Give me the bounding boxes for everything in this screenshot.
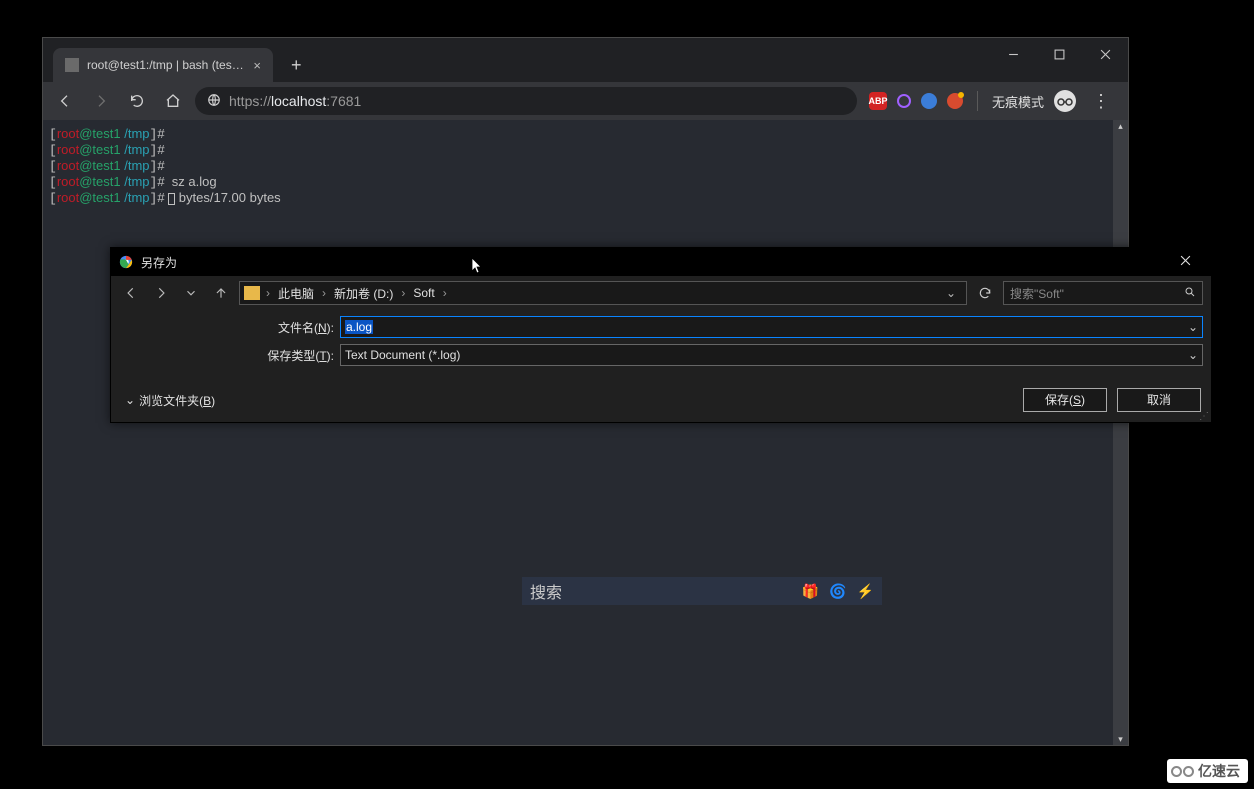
window-maximize-button[interactable] [1036,38,1082,70]
extension-icons: ABP 无痕模式 ⋮ [865,90,1120,112]
browse-folders-toggle[interactable]: ⌄ 浏览文件夹(B) [125,392,215,409]
url-host: localhost [271,93,326,109]
dialog-close-button[interactable] [1167,255,1203,269]
breadcrumb-item[interactable]: 新加卷 (D:) [330,283,397,304]
window-minimize-button[interactable] [990,38,1036,70]
chevron-down-icon: ⌄ [125,393,135,407]
dialog-titlebar[interactable]: 另存为 [111,248,1211,276]
filetype-value: Text Document (*.log) [345,348,460,362]
chevron-right-icon: › [320,286,328,300]
filetype-label: 保存类型(T): [119,347,334,364]
dialog-nav-forward-button[interactable] [149,281,173,305]
dialog-nav-back-button[interactable] [119,281,143,305]
save-as-dialog: 另存为 › 此电脑 › 新加卷 (D:) › Soft › ⌄ 搜索"Soft"… [110,247,1212,423]
watermark: 亿速云 [1167,759,1248,783]
browser-menu-button[interactable]: ⋮ [1086,91,1116,112]
watermark-logo-icon [1171,766,1194,777]
breadcrumb-dropdown-icon[interactable]: ⌄ [940,286,962,300]
target-icon[interactable]: 🌀 [829,583,846,600]
terminal-output[interactable]: [root@test1 /tmp]# [root@test1 /tmp]# [r… [43,120,1128,212]
scrollbar[interactable]: ▴ ▾ [1113,120,1128,745]
chevron-right-icon: › [264,286,272,300]
tab-close-icon[interactable]: × [253,58,261,73]
resize-grip-icon[interactable]: ⋰ [1199,414,1209,420]
scrollbar-down-icon[interactable]: ▾ [1113,733,1128,745]
extension-circle-icon[interactable] [897,94,911,108]
nav-reload-button[interactable] [123,87,151,115]
page-content: [root@test1 /tmp]# [root@test1 /tmp]# [r… [43,120,1128,745]
dialog-title: 另存为 [141,254,177,271]
extension-blue-icon[interactable] [921,93,937,109]
dialog-refresh-button[interactable] [973,281,997,305]
breadcrumb[interactable]: › 此电脑 › 新加卷 (D:) › Soft › ⌄ [239,281,967,305]
chevron-right-icon: › [441,286,449,300]
gift-icon[interactable]: 🎁 [802,583,819,600]
page-search-bar[interactable]: 搜索 🎁 🌀 ⚡ [522,577,882,605]
chevron-right-icon: › [399,286,407,300]
dialog-nav-up-button[interactable] [209,281,233,305]
filename-value: a.log [345,320,373,334]
extension-abp-icon[interactable]: ABP [869,92,887,110]
url-port: :7681 [326,93,361,109]
filename-input[interactable]: a.log ⌄ [340,316,1203,338]
chevron-down-icon[interactable]: ⌄ [1188,348,1198,362]
watermark-text: 亿速云 [1198,761,1240,781]
window-controls [990,38,1128,82]
breadcrumb-item[interactable]: 此电脑 [274,283,318,304]
toolbar-divider [977,91,978,111]
folder-icon [244,286,260,300]
nav-forward-button[interactable] [87,87,115,115]
filename-label: 文件名(N): [119,319,334,336]
incognito-icon[interactable] [1054,90,1076,112]
tab-favicon-icon [65,58,79,72]
browser-tab[interactable]: root@test1:/tmp | bash (test1... × [53,48,273,82]
nav-home-button[interactable] [159,87,187,115]
dialog-search-placeholder: 搜索"Soft" [1010,285,1064,302]
dialog-fields: 文件名(N): a.log ⌄ 保存类型(T): Text Document (… [111,310,1211,378]
new-tab-button[interactable]: + [291,55,302,76]
url-input[interactable]: https://localhost:7681 [195,87,857,115]
bolt-icon[interactable]: ⚡ [857,583,874,600]
mouse-cursor-icon [471,257,483,275]
url-scheme: https:// [229,93,271,109]
dialog-nav-recent-button[interactable] [179,281,203,305]
tab-title: root@test1:/tmp | bash (test1... [87,58,245,72]
scrollbar-up-icon[interactable]: ▴ [1113,120,1128,132]
nav-back-button[interactable] [51,87,79,115]
address-bar: https://localhost:7681 ABP 无痕模式 ⋮ [43,82,1128,120]
page-search-label: 搜索 [530,579,562,603]
search-icon [1184,286,1196,301]
chrome-icon [119,255,133,269]
globe-icon [207,93,221,110]
dialog-search-input[interactable]: 搜索"Soft" [1003,281,1203,305]
extension-weibo-icon[interactable] [947,93,963,109]
window-close-button[interactable] [1082,38,1128,70]
dialog-footer: ⌄ 浏览文件夹(B) 保存(S) 取消 [111,378,1211,422]
breadcrumb-item[interactable]: Soft [409,284,438,302]
cancel-button[interactable]: 取消 [1117,388,1201,412]
browser-titlebar: root@test1:/tmp | bash (test1... × + [43,38,1128,82]
filetype-select[interactable]: Text Document (*.log) ⌄ [340,344,1203,366]
save-button[interactable]: 保存(S) [1023,388,1107,412]
incognito-label: 无痕模式 [992,92,1044,111]
chevron-down-icon[interactable]: ⌄ [1188,320,1198,334]
dialog-nav: › 此电脑 › 新加卷 (D:) › Soft › ⌄ 搜索"Soft" [111,276,1211,310]
